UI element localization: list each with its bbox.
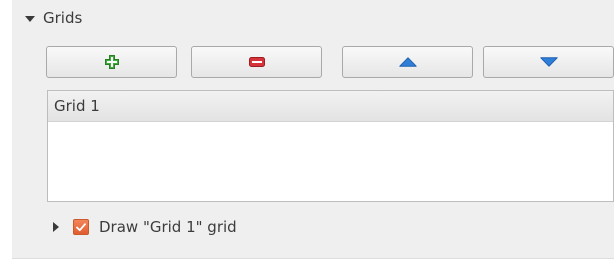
draw-grid-checkbox[interactable] — [73, 219, 89, 235]
plus-icon — [104, 55, 119, 69]
add-grid-button[interactable] — [46, 46, 177, 78]
grid-list-item[interactable]: Grid 1 — [48, 91, 613, 122]
grids-section-header[interactable]: Grids — [25, 6, 82, 30]
grids-panel: Grids Grid 1 Draw "Grid 1" grid — [12, 0, 614, 259]
expand-arrow-icon[interactable] — [53, 222, 59, 232]
arrow-up-icon — [398, 57, 417, 67]
checkmark-icon — [76, 222, 86, 231]
collapse-arrow-icon[interactable] — [25, 15, 35, 22]
arrow-down-icon — [539, 57, 558, 67]
grid-list-item-label: Grid 1 — [54, 97, 100, 115]
draw-grid-label: Draw "Grid 1" grid — [99, 218, 237, 236]
move-grid-down-button[interactable] — [483, 46, 614, 78]
remove-grid-button[interactable] — [191, 46, 322, 78]
grid-list[interactable]: Grid 1 — [47, 90, 614, 202]
grids-toolbar — [46, 46, 614, 80]
grids-section-title: Grids — [43, 9, 83, 27]
minus-icon — [248, 57, 265, 67]
draw-grid-row[interactable]: Draw "Grid 1" grid — [53, 215, 237, 239]
move-grid-up-button[interactable] — [342, 46, 473, 78]
